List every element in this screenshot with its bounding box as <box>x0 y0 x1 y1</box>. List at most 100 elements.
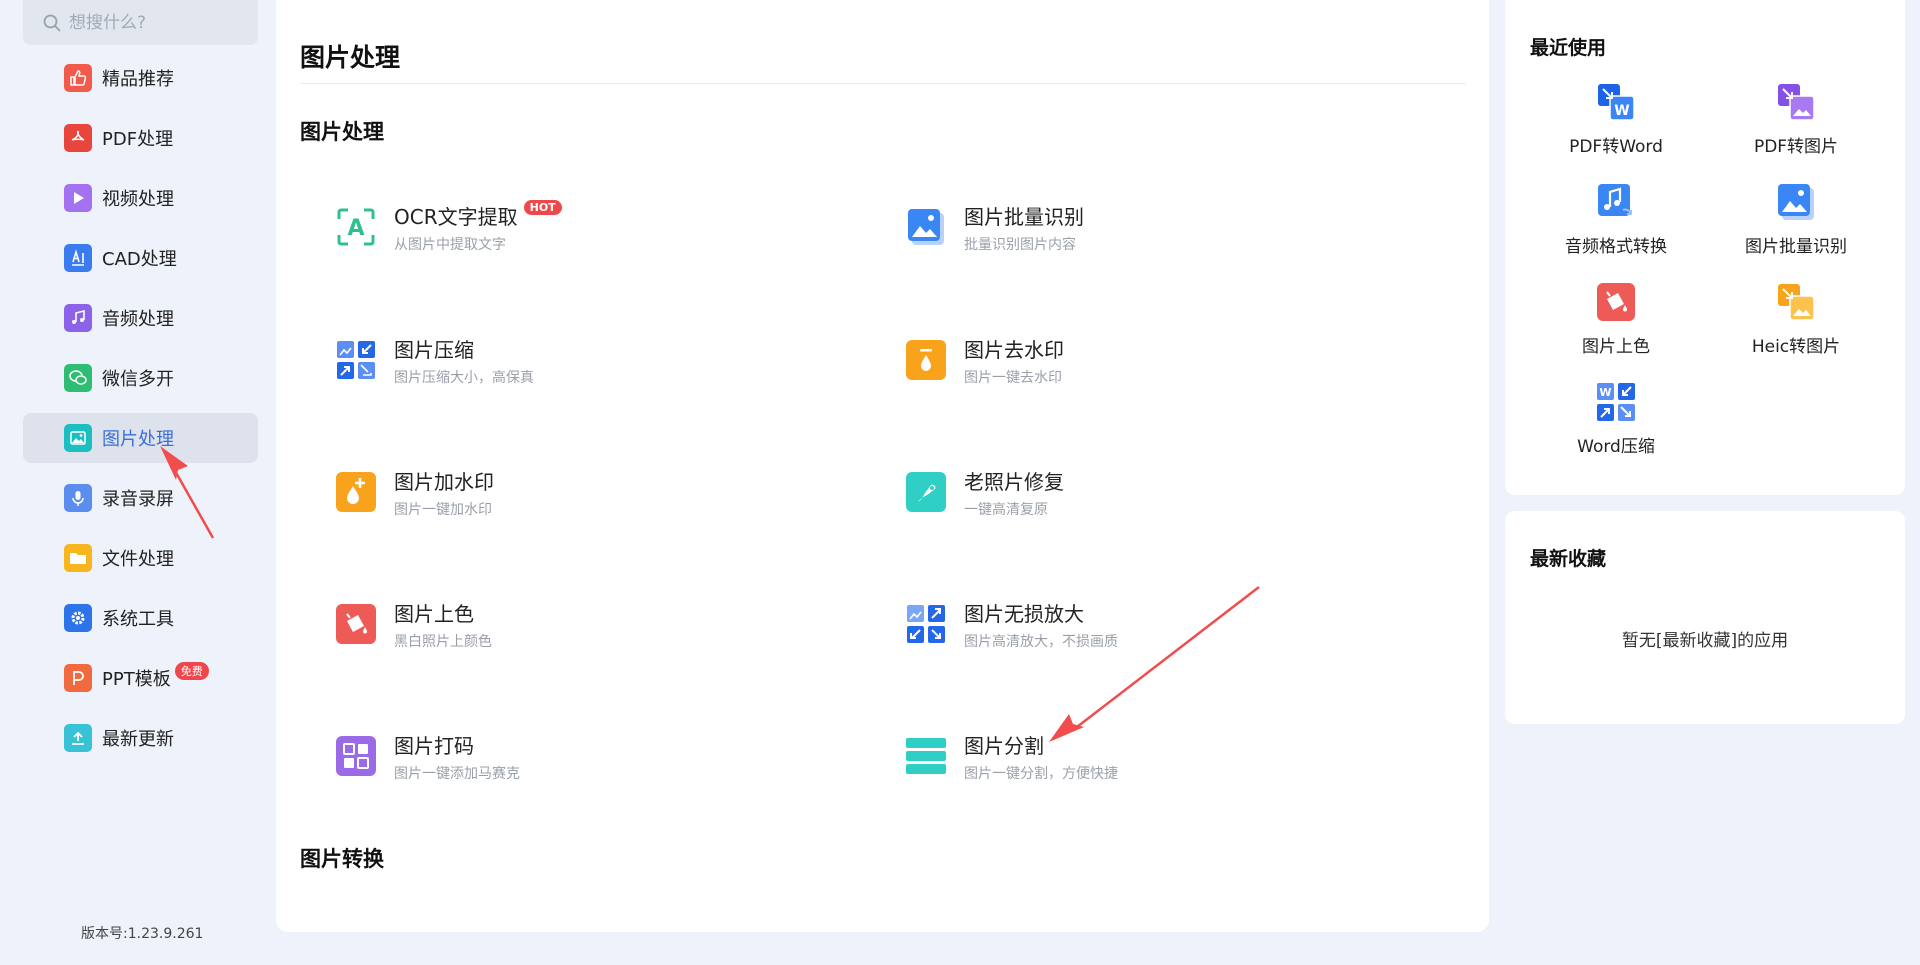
recent-item-image-batch-recognize[interactable]: 图片批量识别 <box>1706 182 1886 272</box>
tool-desc: 图片一键加水印 <box>394 501 492 518</box>
recent-label: Heic转图片 <box>1751 337 1841 357</box>
sidebar-item-pdf[interactable]: PDF处理 <box>23 113 258 163</box>
tool-name: 图片压缩 <box>394 337 474 362</box>
sidebar-item-label: 音频处理 <box>102 309 174 330</box>
tool-name: 图片打码 <box>394 733 474 758</box>
main-panel: 图片处理 图片处理 A OCR文字提取 HOT 从图片中提取文字 图片批量识别 批… <box>276 0 1489 932</box>
audio-convert-icon <box>1596 182 1636 222</box>
tool-old-photo-repair[interactable]: 老照片修复 一键高清复原 <box>906 452 1466 532</box>
tool-image-colorize[interactable]: 图片上色 黑白照片上颜色 <box>336 584 896 664</box>
tool-desc: 从图片中提取文字 <box>394 236 506 253</box>
recent-title: 最近使用 <box>1530 37 1607 59</box>
recent-label: PDF转Word <box>1569 137 1663 157</box>
tool-image-compress[interactable]: 图片压缩 图片压缩大小，高保真 <box>336 320 896 400</box>
recent-panel: 最近使用 W PDF转Word PDF转图片 音频格式转换 图片批量识别 图片上… <box>1505 0 1905 495</box>
colorize-icon <box>336 604 376 644</box>
tool-name: 图片加水印 <box>394 469 494 494</box>
sidebar-item-video[interactable]: 视频处理 <box>23 173 258 223</box>
microphone-icon <box>64 484 92 512</box>
remove-watermark-icon <box>906 340 946 380</box>
sidebar-item-wechat[interactable]: 微信多开 <box>23 353 258 403</box>
svg-text:W: W <box>1614 103 1629 119</box>
tool-ocr[interactable]: A OCR文字提取 HOT 从图片中提取文字 <box>336 187 896 267</box>
sidebar-item-label: 文件处理 <box>102 549 174 570</box>
sidebar-item-label: CAD处理 <box>102 249 177 270</box>
recent-item-pdf-to-word[interactable]: W PDF转Word <box>1526 82 1706 172</box>
recent-label: PDF转图片 <box>1753 137 1839 157</box>
svg-text:W: W <box>1599 386 1611 399</box>
page-title: 图片处理 <box>300 43 401 72</box>
section-title-image-convert: 图片转换 <box>300 847 384 871</box>
ppt-icon <box>64 664 92 692</box>
tool-image-batch-recognize[interactable]: 图片批量识别 批量识别图片内容 <box>906 187 1466 267</box>
recent-item-image-colorize[interactable]: 图片上色 <box>1526 282 1706 372</box>
tool-desc: 图片高清放大，不损画质 <box>964 633 1118 650</box>
tool-image-split[interactable]: 图片分割 图片一键分割，方便快捷 <box>906 716 1466 796</box>
sidebar-item-label: 录音录屏 <box>102 489 174 510</box>
play-icon <box>64 184 92 212</box>
upload-icon <box>64 724 92 752</box>
sidebar-item-file[interactable]: 文件处理 <box>23 533 258 583</box>
tool-remove-watermark[interactable]: 图片去水印 图片一键去水印 <box>906 320 1466 400</box>
tool-desc: 图片压缩大小，高保真 <box>394 369 534 386</box>
sidebar-item-label: 图片处理 <box>102 429 174 450</box>
image-batch-icon <box>1776 182 1816 222</box>
recent-item-audio-convert[interactable]: 音频格式转换 <box>1526 182 1706 272</box>
recent-item-word-compress[interactable]: W Word压缩 <box>1526 382 1706 472</box>
sidebar-item-label: 微信多开 <box>102 369 174 390</box>
recent-label: 图片批量识别 <box>1745 237 1847 257</box>
recent-label: 音频格式转换 <box>1565 237 1667 257</box>
photo-repair-icon <box>906 472 946 512</box>
tool-name: 老照片修复 <box>964 469 1064 494</box>
hot-badge: HOT <box>523 199 562 215</box>
folder-icon <box>64 544 92 572</box>
pdf-to-word-icon: W <box>1596 82 1636 122</box>
sidebar-item-label: 最新更新 <box>102 729 174 750</box>
sidebar-item-recording[interactable]: 录音录屏 <box>23 473 258 523</box>
gear-icon <box>64 604 92 632</box>
image-batch-icon <box>906 207 946 247</box>
favorites-panel: 最新收藏 暂无[最新收藏]的应用 <box>1505 511 1905 724</box>
sidebar-item-ppt[interactable]: PPT模板 免费 <box>23 653 258 703</box>
recent-item-heic-to-image[interactable]: Heic转图片 <box>1706 282 1886 372</box>
colorize-icon <box>1596 282 1636 322</box>
sidebar: 精品推荐 PDF处理 视频处理 CAD处理 音频处理 <box>0 0 276 965</box>
sidebar-item-cad[interactable]: CAD处理 <box>23 233 258 283</box>
sidebar-item-label: PPT模板 <box>102 669 171 690</box>
recent-label: 图片上色 <box>1582 337 1650 357</box>
svg-text:A: A <box>347 216 364 241</box>
tool-name: 图片分割 <box>964 733 1044 758</box>
pdf-to-image-icon <box>1776 82 1816 122</box>
free-badge: 免费 <box>174 662 209 680</box>
recent-item-pdf-to-image[interactable]: PDF转图片 <box>1706 82 1886 172</box>
sidebar-item-audio[interactable]: 音频处理 <box>23 293 258 343</box>
sidebar-item-label: 视频处理 <box>102 189 174 210</box>
search-box[interactable] <box>23 0 258 45</box>
cad-icon <box>64 244 92 272</box>
title-divider <box>300 83 1466 84</box>
thumbs-up-icon <box>64 64 92 92</box>
tool-name: 图片去水印 <box>964 337 1064 362</box>
sidebar-item-system[interactable]: 系统工具 <box>23 593 258 643</box>
tool-desc: 批量识别图片内容 <box>964 236 1076 253</box>
tool-lossless-enlarge[interactable]: 图片无损放大 图片高清放大，不损画质 <box>906 584 1466 664</box>
sidebar-item-updates[interactable]: 最新更新 <box>23 713 258 763</box>
split-icon <box>906 736 946 776</box>
heic-icon <box>1776 282 1816 322</box>
tool-name: OCR文字提取 <box>394 204 518 229</box>
sidebar-item-image[interactable]: 图片处理 <box>23 413 258 463</box>
favorites-empty-text: 暂无[最新收藏]的应用 <box>1621 631 1789 651</box>
wechat-icon <box>64 364 92 392</box>
image-icon <box>64 424 92 452</box>
tool-desc: 黑白照片上颜色 <box>394 633 492 650</box>
recent-label: Word压缩 <box>1577 437 1655 457</box>
mosaic-icon <box>336 736 376 776</box>
sidebar-item-recommended[interactable]: 精品推荐 <box>23 53 258 103</box>
sidebar-item-label: 系统工具 <box>102 609 174 630</box>
tool-image-mosaic[interactable]: 图片打码 图片一键添加马赛克 <box>336 716 896 796</box>
pdf-icon <box>64 124 92 152</box>
tool-add-watermark[interactable]: 图片加水印 图片一键加水印 <box>336 452 896 532</box>
search-input[interactable] <box>69 12 239 33</box>
sidebar-item-label: 精品推荐 <box>102 69 174 90</box>
tool-desc: 图片一键添加马赛克 <box>394 765 520 782</box>
